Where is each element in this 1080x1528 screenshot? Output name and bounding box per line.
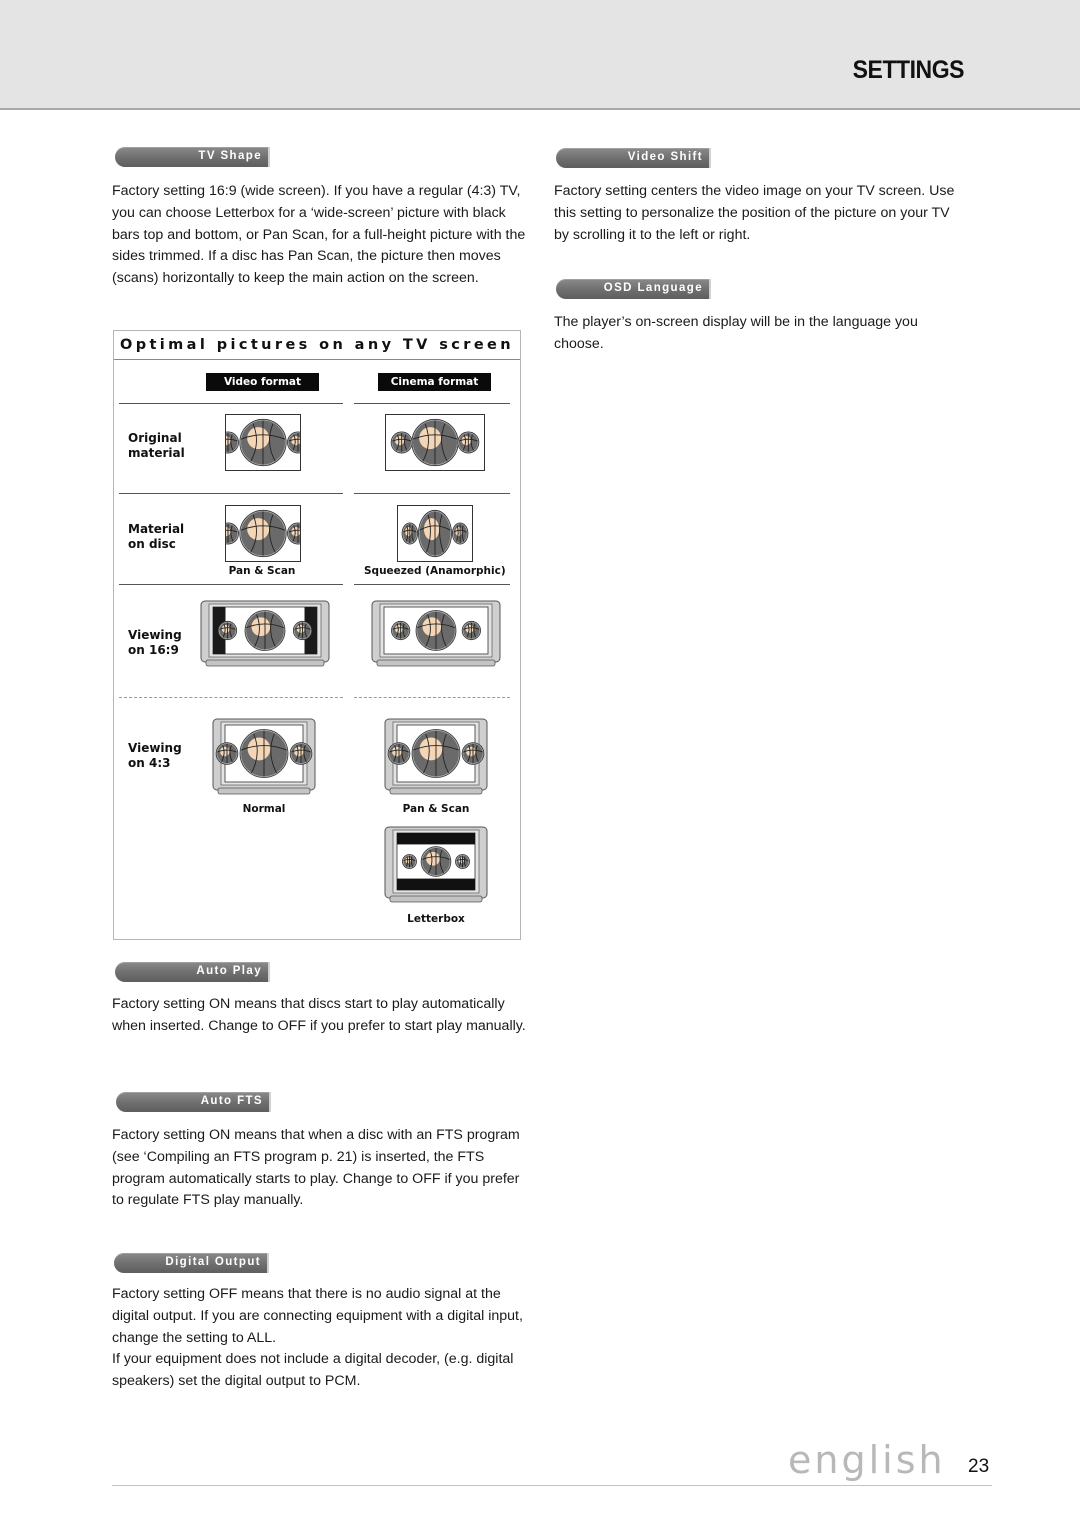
- basketball-icon: [420, 846, 452, 877]
- section-label-text: TV Shape: [198, 150, 262, 162]
- row-label-original-material: Original material: [128, 431, 185, 461]
- tv-4-3-normal: [212, 717, 316, 797]
- basketball-icon: [457, 431, 480, 454]
- black-bar: [397, 833, 475, 845]
- basketball-icon: [387, 742, 411, 765]
- video-shift-paragraph: Factory setting centers the video image …: [554, 181, 964, 246]
- tv-shape-paragraph: Factory setting 16:9 (wide screen). If y…: [112, 181, 526, 290]
- paragraph-text: The player’s on-screen display will be i…: [554, 314, 918, 352]
- section-label-text: Auto Play: [196, 965, 262, 977]
- row-label-line: material: [128, 446, 185, 460]
- page-number: 23: [968, 1456, 990, 1477]
- row-label-line: Original: [128, 431, 182, 445]
- section-label-auto-fts: Auto FTS: [116, 1092, 271, 1112]
- row-label-line: on 16:9: [128, 643, 179, 657]
- image-video-original: [225, 414, 301, 471]
- row-label-viewing-16-9: Viewing on 16:9: [128, 628, 182, 658]
- basketball-icon: [239, 509, 287, 558]
- basketball-icon: [411, 729, 461, 778]
- basketball-icon: [417, 509, 453, 558]
- black-bar: [397, 878, 475, 890]
- tv-4-3-pan-scan: [384, 717, 488, 797]
- basketball-icon: [239, 729, 289, 778]
- tv-format-diagram: Optimal pictures on any TV screen Video …: [113, 330, 521, 940]
- caption-normal: Normal: [242, 803, 286, 815]
- basketball-icon: [455, 854, 470, 869]
- section-label-digital-output: Digital Output: [114, 1253, 269, 1273]
- row-label-line: on 4:3: [128, 756, 171, 770]
- caption-pan-scan: Pan & Scan: [228, 565, 296, 577]
- tv-wide-pillarbox: [200, 599, 330, 669]
- paragraph-text: Factory setting ON means that discs star…: [112, 996, 526, 1034]
- basketball-icon: [461, 742, 485, 765]
- auto-play-paragraph: Factory setting ON means that discs star…: [112, 994, 526, 1038]
- basketball-icon: [287, 522, 300, 545]
- image-cinema-original: [385, 414, 485, 471]
- section-label-tv-shape: TV Shape: [115, 147, 270, 167]
- paragraph-text: Factory setting centers the video image …: [554, 183, 955, 243]
- footer-rule: [112, 1485, 992, 1486]
- row-label-line: Material: [128, 522, 185, 536]
- image-cinema-disc-squeezed: [397, 505, 473, 562]
- section-label-osd-language: OSD Language: [556, 279, 711, 299]
- auto-fts-paragraph: Factory setting ON means that when a dis…: [112, 1125, 526, 1212]
- basketball-icon: [226, 431, 239, 454]
- caption-pan-scan-4-3: Pan & Scan: [402, 803, 470, 815]
- basketball-icon: [244, 610, 286, 651]
- column-header-cinema-format: Cinema format: [378, 373, 491, 391]
- divider: [354, 697, 510, 698]
- paragraph-text: Factory setting 16:9 (wide screen). If y…: [112, 183, 526, 287]
- section-label-text: Auto FTS: [200, 1095, 263, 1107]
- diagram-title: Optimal pictures on any TV screen: [114, 331, 520, 360]
- basketball-icon: [391, 620, 411, 641]
- row-label-line: Viewing: [128, 628, 182, 642]
- basketball-icon: [239, 418, 287, 467]
- basketball-icon: [415, 610, 457, 651]
- column-header-video-format: Video format: [206, 373, 319, 391]
- divider: [354, 403, 510, 404]
- divider: [354, 584, 510, 585]
- row-label-line: Viewing: [128, 741, 182, 755]
- section-label-auto-play: Auto Play: [115, 962, 270, 982]
- header-band: SETTINGS: [0, 0, 1080, 110]
- paragraph-text: Factory setting ON means that when a dis…: [112, 1127, 520, 1209]
- footer-language: english: [788, 1438, 946, 1482]
- basketball-icon: [402, 854, 417, 869]
- section-label-text: Digital Output: [165, 1256, 261, 1268]
- page-title: SETTINGS: [852, 56, 965, 84]
- basketball-icon: [461, 620, 481, 641]
- basketball-icon: [390, 431, 413, 454]
- basketball-icon: [401, 522, 419, 545]
- row-label-line: on disc: [128, 537, 176, 551]
- divider: [119, 697, 343, 698]
- tv-wide-full: [371, 599, 501, 669]
- digital-output-paragraph: Factory setting OFF means that there is …: [112, 1284, 526, 1393]
- basketball-icon: [451, 522, 469, 545]
- paragraph-text: If your equipment does not include a dig…: [112, 1351, 514, 1390]
- section-label-text: Video Shift: [627, 151, 703, 163]
- caption-letterbox: Letterbox: [407, 913, 465, 925]
- divider: [354, 493, 510, 494]
- row-label-viewing-4-3: Viewing on 4:3: [128, 741, 182, 771]
- divider: [119, 403, 343, 404]
- paragraph-text: Factory setting OFF means that there is …: [112, 1286, 523, 1346]
- basketball-icon: [292, 620, 313, 641]
- basketball-icon: [411, 418, 459, 467]
- caption-squeezed-anamorphic: Squeezed (Anamorphic): [364, 565, 506, 577]
- section-label-text: OSD Language: [603, 282, 703, 294]
- basketball-icon: [287, 431, 300, 454]
- basketball-icon: [289, 742, 313, 765]
- osd-language-paragraph: The player’s on-screen display will be i…: [554, 312, 964, 356]
- row-label-material-on-disc: Material on disc: [128, 522, 184, 552]
- divider: [119, 584, 343, 585]
- section-label-video-shift: Video Shift: [556, 148, 711, 168]
- basketball-icon: [215, 742, 239, 765]
- image-video-disc: [225, 505, 301, 562]
- basketball-icon: [217, 620, 238, 641]
- tv-4-3-letterbox: [384, 825, 488, 905]
- basketball-icon: [226, 522, 239, 545]
- divider: [119, 493, 343, 494]
